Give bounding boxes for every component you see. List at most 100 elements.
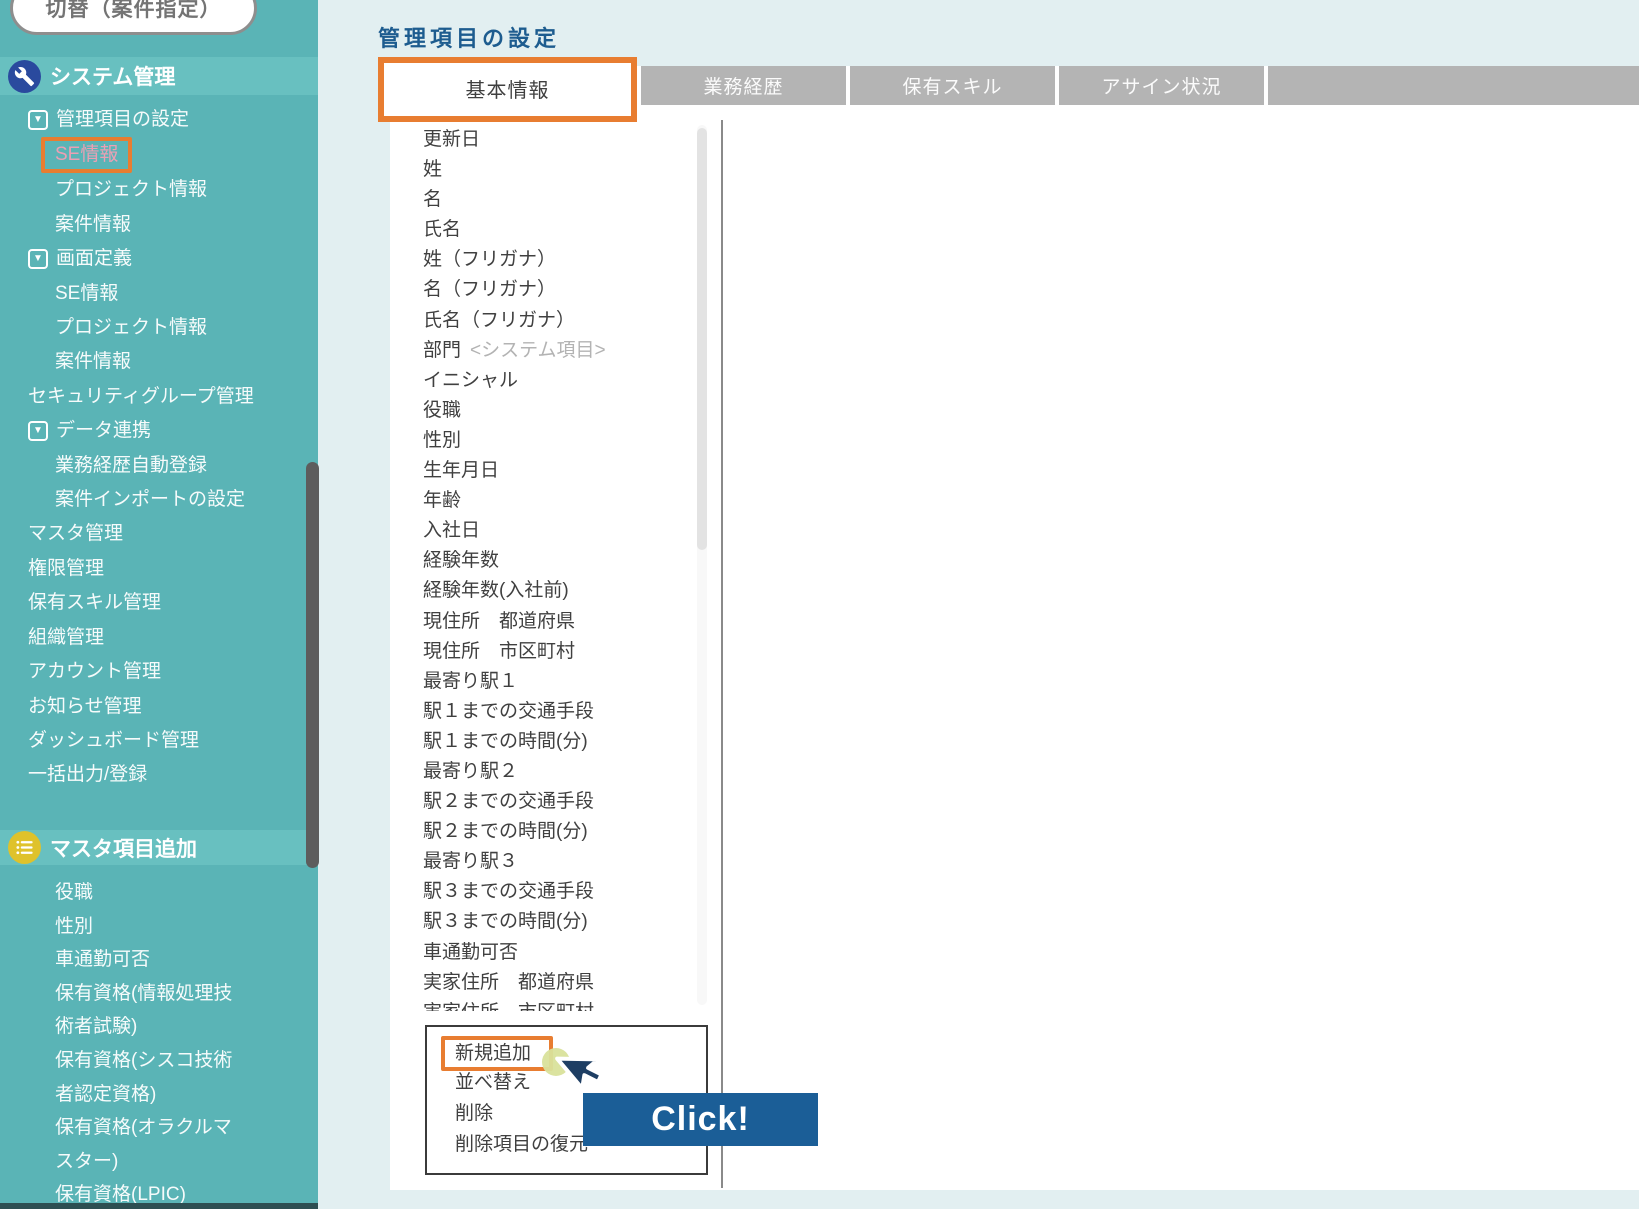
sidebar-nav-item[interactable]: ▼ 権限管理: [0, 552, 318, 586]
sidebar-nav-item[interactable]: ▼ データ連携: [0, 414, 318, 448]
sidebar-nav-item-label: プロジェクト情報: [55, 311, 207, 345]
tab-basic-info-annotated[interactable]: 基本情報: [378, 57, 637, 122]
field-list-item[interactable]: 生年月日: [423, 456, 687, 486]
sidebar-nav-item[interactable]: ▼ 一括出力/登録: [0, 758, 318, 792]
sidebar-nav-item-label: 案件情報: [55, 208, 131, 242]
sidebar-nav-item[interactable]: ▼ アカウント管理: [0, 655, 318, 689]
collapse-toggle-icon[interactable]: ▼: [28, 421, 48, 441]
sidebar-nav-item[interactable]: ▼ 案件情報: [0, 208, 318, 242]
sidebar-nav-item[interactable]: ▼ プロジェクト情報: [0, 311, 318, 345]
field-list-item[interactable]: 名（フリガナ）: [423, 275, 687, 305]
field-list-scrollbar-thumb[interactable]: [697, 128, 707, 550]
field-label: 車通勤可否: [423, 942, 518, 963]
sidebar-nav-item-label: マスタ管理: [28, 517, 123, 551]
sidebar-master-item[interactable]: 性別: [0, 910, 250, 944]
field-label: 現住所 都道府県: [423, 611, 575, 632]
sidebar-nav-item[interactable]: ▼ SE情報: [0, 137, 318, 173]
field-list-item[interactable]: 駅３までの交通手段: [423, 877, 687, 907]
tab[interactable]: アサイン状況: [1059, 66, 1264, 105]
field-list-item[interactable]: 駅３までの時間(分): [423, 907, 687, 937]
sidebar-nav-item[interactable]: ▼ 案件インポートの設定: [0, 483, 318, 517]
sidebar-nav-item[interactable]: ▼ 画面定義: [0, 242, 318, 276]
sidebar-nav-item[interactable]: ▼ 案件情報: [0, 345, 318, 379]
sidebar-master-item-label: 保有資格(シスコ技術者認定資格): [55, 1044, 245, 1111]
field-list-item[interactable]: 駅１までの時間(分): [423, 727, 687, 757]
field-list-item[interactable]: 車通勤可否: [423, 938, 687, 968]
tab-bar: 業務経歴 保有スキル アサイン状況: [637, 66, 1639, 105]
field-list-item[interactable]: 氏名: [423, 215, 687, 245]
field-list-item[interactable]: 実家住所 市区町村: [423, 998, 687, 1011]
field-list-item[interactable]: 姓（フリガナ）: [423, 245, 687, 275]
sidebar: 切替（案件指定） システム管理 ▼ 管理項目の設定 ▼ SE情報 ▼ プロジェク…: [0, 0, 318, 1209]
sidebar-nav-item-label: SE情報: [55, 277, 118, 311]
sidebar-nav-item[interactable]: ▼ マスタ管理: [0, 517, 318, 551]
field-list-item[interactable]: 氏名（フリガナ）: [423, 306, 687, 336]
sidebar-nav-item[interactable]: ▼ 保有スキル管理: [0, 586, 318, 620]
sidebar-nav-item[interactable]: ▼ ダッシュボード管理: [0, 724, 318, 758]
field-list-item[interactable]: 経験年数(入社前): [423, 576, 687, 606]
context-menu-item-label: 削除項目の復元: [455, 1134, 588, 1155]
sidebar-master-item-label: 保有資格(オラクルマスター): [55, 1111, 245, 1178]
field-list-item[interactable]: 部門<システム項目>: [423, 336, 687, 366]
sidebar-master-item[interactable]: 保有資格(情報処理技術者試験): [0, 977, 250, 1044]
field-label: 最寄り駅２: [423, 761, 518, 782]
field-label: 最寄り駅１: [423, 671, 518, 692]
sidebar-nav-item[interactable]: ▼ 業務経歴自動登録: [0, 449, 318, 483]
field-list-item[interactable]: 現住所 都道府県: [423, 607, 687, 637]
sidebar-nav-item[interactable]: ▼ お知らせ管理: [0, 690, 318, 724]
sidebar-nav-item[interactable]: ▼ SE情報: [0, 277, 318, 311]
context-menu-item-label: 並べ替え: [455, 1072, 531, 1093]
field-label: 更新日: [423, 129, 480, 150]
field-label: 現住所 市区町村: [423, 641, 575, 662]
sidebar-nav-item[interactable]: ▼ 管理項目の設定: [0, 103, 318, 137]
field-list-item[interactable]: イニシャル: [423, 366, 687, 396]
sidebar-master-item[interactable]: 車通勤可否: [0, 943, 250, 977]
tab[interactable]: 業務経歴: [641, 66, 846, 105]
wrench-icon: [8, 60, 41, 93]
sidebar-nav-item-label: プロジェクト情報: [55, 173, 207, 207]
collapse-toggle-icon[interactable]: ▼: [28, 249, 48, 269]
tab-label: 保有スキル: [902, 72, 1002, 99]
sidebar-master-item[interactable]: 保有資格(オラクルマスター): [0, 1111, 250, 1178]
field-list-item[interactable]: 年齢: [423, 486, 687, 516]
field-list-item[interactable]: 入社日: [423, 516, 687, 546]
sidebar-master-item[interactable]: 役職: [0, 876, 250, 910]
field-label: 名（フリガナ）: [423, 279, 556, 300]
tab-bar-filler: [1268, 66, 1639, 105]
sidebar-nav-item-label: アカウント管理: [28, 655, 161, 689]
collapse-toggle-icon[interactable]: ▼: [28, 110, 48, 130]
field-label: 駅１までの交通手段: [423, 701, 594, 722]
field-label: 駅３までの交通手段: [423, 881, 594, 902]
field-list-item[interactable]: 駅２までの時間(分): [423, 817, 687, 847]
field-list-item[interactable]: 経験年数: [423, 546, 687, 576]
field-label: 最寄り駅３: [423, 851, 518, 872]
field-label: 駅１までの時間(分): [423, 731, 588, 752]
sidebar-nav-item[interactable]: ▼ プロジェクト情報: [0, 173, 318, 207]
sidebar-scrollbar[interactable]: [306, 462, 319, 868]
field-list-item[interactable]: 姓: [423, 155, 687, 185]
field-list-item[interactable]: 駅２までの交通手段: [423, 787, 687, 817]
field-list-item[interactable]: 最寄り駅２: [423, 757, 687, 787]
tab[interactable]: 保有スキル: [850, 66, 1055, 105]
field-label: 駅２までの交通手段: [423, 791, 594, 812]
field-list: 更新日 姓 名 氏名 姓（フリガナ） 名（フリガナ） 氏名（フリガナ） 部門<シ…: [423, 125, 687, 1011]
field-list-item[interactable]: 更新日: [423, 125, 687, 155]
field-list-item[interactable]: 現住所 市区町村: [423, 637, 687, 667]
field-list-item[interactable]: 性別: [423, 426, 687, 456]
field-label: 年齢: [423, 490, 461, 511]
sidebar-nav-item[interactable]: ▼ 組織管理: [0, 621, 318, 655]
field-list-item[interactable]: 役職: [423, 396, 687, 426]
switch-case-button[interactable]: 切替（案件指定）: [10, 0, 257, 35]
tab-label: 業務経歴: [703, 72, 783, 99]
field-label: 駅３までの時間(分): [423, 911, 588, 932]
field-list-item[interactable]: 駅１までの交通手段: [423, 697, 687, 727]
sidebar-nav-item-label: データ連携: [56, 414, 151, 448]
field-list-item[interactable]: 最寄り駅３: [423, 847, 687, 877]
sidebar-nav-item-label: 一括出力/登録: [28, 758, 147, 792]
system-nav: ▼ 管理項目の設定 ▼ SE情報 ▼ プロジェクト情報 ▼ 案件情報 ▼ 画面定…: [0, 103, 318, 793]
sidebar-master-item[interactable]: 保有資格(シスコ技術者認定資格): [0, 1044, 250, 1111]
field-list-item[interactable]: 実家住所 都道府県: [423, 968, 687, 998]
field-list-item[interactable]: 名: [423, 185, 687, 215]
sidebar-nav-item[interactable]: ▼ セキュリティグループ管理: [0, 380, 318, 414]
field-list-item[interactable]: 最寄り駅１: [423, 667, 687, 697]
